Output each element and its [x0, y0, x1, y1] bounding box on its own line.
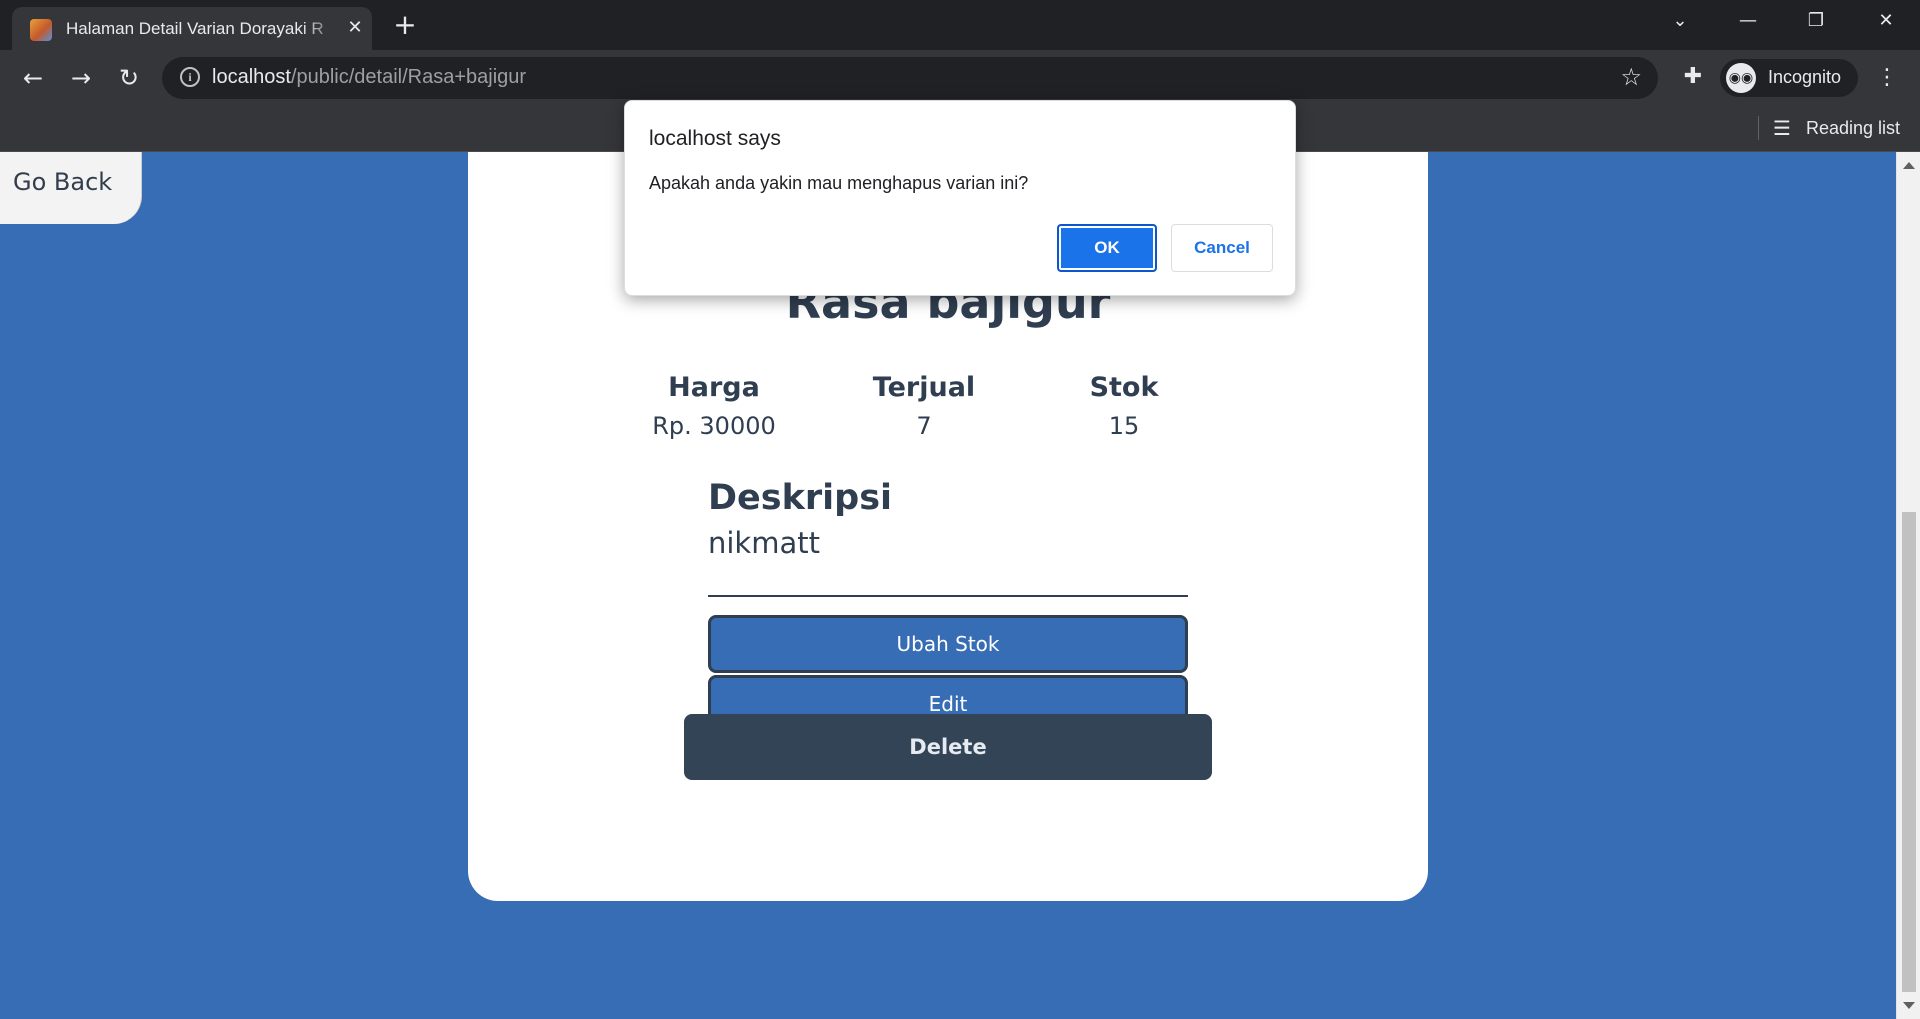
description-title: Deskripsi [708, 478, 893, 518]
minimize-icon[interactable]: — [1728, 6, 1768, 36]
stat-label-harga: Harga [668, 372, 760, 403]
go-back-button[interactable]: Go Back [0, 152, 142, 224]
tab-favicon-icon [30, 19, 52, 41]
confirm-dialog: localhost says Apakah anda yakin mau men… [624, 100, 1296, 296]
scroll-up-arrow-icon[interactable] [1903, 162, 1915, 169]
forward-arrow-icon[interactable]: → [64, 61, 98, 95]
new-tab-button[interactable]: + [390, 10, 420, 40]
incognito-icon: ◉◉ [1726, 63, 1756, 93]
tab-search-icon[interactable]: ⌄ [1660, 6, 1700, 36]
delete-button[interactable]: Delete [684, 714, 1212, 780]
incognito-badge[interactable]: ◉◉ Incognito [1720, 59, 1858, 97]
tab-close-icon[interactable]: ✕ [342, 15, 368, 41]
stat-value-stok: 15 [1108, 412, 1140, 440]
dialog-cancel-button[interactable]: Cancel [1171, 224, 1273, 272]
dialog-message: Apakah anda yakin mau menghapus varian i… [649, 173, 1029, 193]
incognito-label: Incognito [1768, 67, 1842, 87]
url-text[interactable]: localhost/public/detail/Rasa+bajigur [212, 66, 526, 89]
stat-value-terjual: 7 [916, 412, 932, 440]
content-divider [708, 595, 1188, 597]
dialog-ok-button[interactable]: OK [1057, 224, 1157, 272]
stat-value-harga: Rp. 30000 [652, 412, 776, 440]
tab-title: Halaman Detail Varian Dorayaki R [66, 19, 324, 38]
bookmark-star-icon[interactable]: ☆ [1620, 63, 1642, 91]
back-arrow-icon[interactable]: ← [16, 61, 50, 95]
stat-label-terjual: Terjual [872, 372, 976, 403]
url-path: /public/detail/Rasa+bajigur [290, 66, 527, 88]
browser-tab[interactable]: Halaman Detail Varian Dorayaki R ✕ [12, 7, 372, 50]
bookmark-divider [1758, 116, 1759, 140]
address-bar[interactable]: i localhost/public/detail/Rasa+bajigur ☆ [162, 57, 1658, 99]
scrollbar-thumb[interactable] [1902, 512, 1916, 992]
browser-toolbar: ← → ↻ i localhost/public/detail/Rasa+baj… [0, 50, 1920, 106]
reading-list-icon[interactable]: ☰ [1770, 116, 1794, 140]
url-host: localhost [212, 66, 291, 88]
restore-icon[interactable]: ❐ [1796, 6, 1836, 36]
site-info-icon[interactable]: i [180, 67, 200, 87]
ubah-stok-button[interactable]: Ubah Stok [708, 615, 1188, 673]
reading-list-label[interactable]: Reading list [1806, 118, 1900, 139]
vertical-scrollbar[interactable] [1896, 152, 1920, 1019]
extensions-puzzle-icon[interactable]: ✚ [1676, 60, 1710, 94]
scroll-down-arrow-icon[interactable] [1903, 1002, 1915, 1009]
stat-label-stok: Stok [1089, 372, 1159, 403]
browser-titlebar: Halaman Detail Varian Dorayaki R ✕ + ⌄ —… [0, 0, 1920, 50]
kebab-menu-icon[interactable]: ⋮ [1872, 61, 1902, 95]
reload-icon[interactable]: ↻ [112, 61, 146, 95]
window-close-icon[interactable]: ✕ [1866, 6, 1906, 36]
dialog-title: localhost says [649, 127, 781, 150]
tab-title-fade [302, 15, 342, 43]
description-text: nikmatt [708, 526, 820, 560]
